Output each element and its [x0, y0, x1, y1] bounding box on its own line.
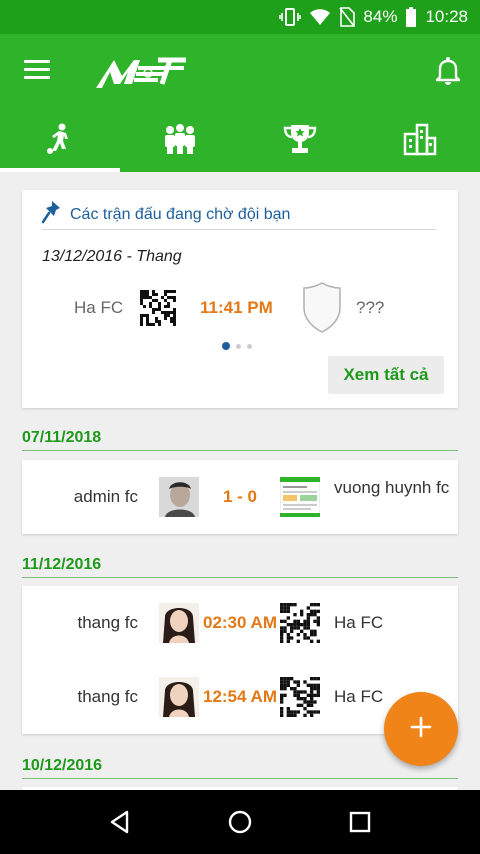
clock: 10:28: [425, 7, 468, 26]
page-indicator: [222, 342, 252, 350]
trophy-icon: [283, 122, 317, 161]
page-dot: [247, 343, 252, 349]
plus-icon: [410, 716, 432, 743]
battery-icon: [405, 7, 417, 27]
team-avatar: [159, 677, 199, 717]
recents-icon[interactable]: [340, 802, 380, 842]
tab-teams[interactable]: [120, 110, 240, 172]
pending-header: Các trận đấu đang chờ đội bạn: [41, 200, 436, 230]
match-team2-name: Ha FC: [334, 613, 384, 632]
match-row[interactable]: admin fc 1 - 0 vuong huynh fc: [22, 460, 458, 534]
view-all-button[interactable]: Xem tất cả: [328, 356, 444, 394]
match-row[interactable]: thang fc 02:30 AM Ha FC: [22, 586, 458, 660]
tab-stadiums[interactable]: [360, 110, 480, 172]
match-team2-name: vuong huynh fc: [334, 478, 450, 497]
pending-team2-name: ???: [356, 298, 385, 317]
menu-icon[interactable]: [24, 60, 50, 80]
pending-match-date: 13/12/2016 - Thang: [42, 248, 182, 265]
vibrate-icon: [279, 8, 302, 26]
back-icon[interactable]: [100, 802, 140, 842]
home-icon[interactable]: [220, 802, 260, 842]
qr-code-icon: [280, 677, 320, 717]
battery-percent: 84%: [363, 7, 398, 26]
no-sim-icon: [339, 7, 356, 27]
match-team1-name: admin fc: [73, 487, 138, 506]
page-dot: [236, 343, 241, 349]
soccer-player-icon: [44, 123, 76, 160]
pending-matches-card: Các trận đấu đang chờ đội bạn 13/12/2016…: [22, 190, 458, 408]
team-avatar: [159, 477, 199, 517]
qr-code-icon: [280, 603, 320, 643]
add-match-button[interactable]: [384, 692, 458, 766]
tab-tournaments[interactable]: [240, 110, 360, 172]
team-avatar: [159, 603, 199, 643]
empty-shield-icon: [302, 282, 342, 334]
match-team1-name: thang fc: [77, 613, 139, 632]
pending-team1-name: Ha FC: [74, 298, 124, 317]
pending-match-time: 11:41 PM: [200, 298, 273, 317]
qr-code-icon: [140, 290, 176, 326]
match-team1-name: thang fc: [77, 687, 139, 706]
status-bar: 84% 10:28: [0, 0, 480, 34]
pending-header-title: Các trận đấu đang chờ đội bạn: [70, 205, 291, 223]
pin-icon: [41, 200, 62, 229]
system-nav-bar: [0, 790, 480, 854]
pending-match-row[interactable]: Ha FC 11:41 PM ???: [22, 282, 458, 334]
match-time: 12:54 AM: [202, 687, 277, 706]
match-time: 02:30 AM: [202, 613, 277, 632]
wifi-icon: [309, 8, 331, 26]
app-bar: [0, 34, 480, 110]
tab-matches[interactable]: [0, 110, 120, 172]
date-header: 07/11/2018: [22, 429, 458, 451]
tab-bar: [0, 110, 480, 172]
team-avatar: [279, 476, 321, 518]
buildings-icon: [403, 122, 437, 161]
match-score: 1 - 0: [222, 487, 258, 506]
date-header: 11/12/2016: [22, 556, 458, 578]
page-dot: [222, 342, 230, 350]
match-group-card: admin fc 1 - 0 vuong huynh fc: [22, 460, 458, 534]
app-logo: [94, 54, 190, 90]
bell-icon[interactable]: [434, 56, 462, 86]
team-icon: [163, 123, 197, 160]
date-header: 10/12/2016: [22, 757, 458, 779]
